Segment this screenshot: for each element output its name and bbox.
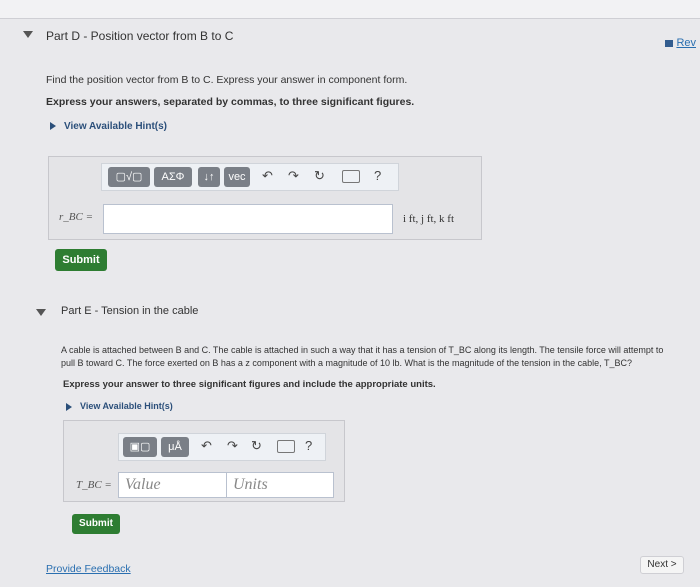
part-e-title: Part E - Tension in the cable bbox=[61, 305, 199, 317]
tension-units-input[interactable]: Units bbox=[226, 472, 334, 498]
math-toolbar: ▢√▢ ΑΣΦ ↓↑ vec ↶ ↷ ↻ ? bbox=[101, 163, 399, 191]
reset-icon-e[interactable]: ↻ bbox=[251, 438, 262, 454]
tbc-label: T_BC = bbox=[76, 479, 112, 491]
redo-icon[interactable]: ↷ bbox=[288, 168, 299, 184]
part-e-question-1: A cable is attached between B and C. The… bbox=[61, 345, 664, 355]
keyboard-icon-e[interactable] bbox=[277, 440, 295, 453]
expand-triangle-icon-e bbox=[66, 402, 72, 411]
collapse-caret-icon-e[interactable] bbox=[36, 309, 46, 316]
tension-value-input[interactable]: Value bbox=[118, 472, 230, 498]
keyboard-icon[interactable] bbox=[342, 170, 360, 183]
part-d-hint-link[interactable]: View Available Hint(s) bbox=[50, 121, 167, 132]
greek-button[interactable]: ΑΣΦ bbox=[154, 167, 192, 187]
part-d-instruction: Express your answers, separated by comma… bbox=[46, 96, 415, 108]
collapse-caret-icon[interactable] bbox=[23, 31, 33, 38]
part-d-submit-button[interactable]: Submit bbox=[55, 249, 107, 271]
templates-button-e[interactable]: ▣▢ bbox=[123, 437, 157, 457]
units-button[interactable]: μÅ bbox=[161, 437, 189, 457]
redo-icon-e[interactable]: ↷ bbox=[227, 438, 238, 454]
subscript-button[interactable]: ↓↑ bbox=[198, 167, 220, 187]
rbc-units: i ft, j ft, k ft bbox=[403, 213, 455, 225]
review-icon bbox=[665, 39, 674, 47]
part-e-submit-button[interactable]: Submit bbox=[72, 514, 120, 534]
part-d-title: Part D - Position vector from B to C bbox=[46, 29, 234, 43]
part-e-question-2: pull B toward C. The force exerted on B … bbox=[61, 358, 632, 368]
help-icon-e[interactable]: ? bbox=[305, 438, 312, 453]
top-header-strip bbox=[0, 0, 700, 19]
part-e-hint-link[interactable]: View Available Hint(s) bbox=[66, 401, 173, 411]
vec-button[interactable]: vec bbox=[224, 167, 250, 187]
undo-icon-e[interactable]: ↶ bbox=[201, 438, 212, 454]
part-divider bbox=[0, 18, 700, 19]
part-e-instruction: Express your answer to three significant… bbox=[63, 379, 436, 390]
reset-icon[interactable]: ↻ bbox=[314, 168, 325, 184]
part-d-question: Find the position vector from B to C. Ex… bbox=[46, 74, 408, 86]
part-d-answer-box: ▢√▢ ΑΣΦ ↓↑ vec ↶ ↷ ↻ ? r_BC = i ft, j ft… bbox=[48, 156, 482, 240]
units-toolbar: ▣▢ μÅ ↶ ↷ ↻ ? bbox=[118, 433, 326, 461]
rbc-label: r_BC = bbox=[59, 211, 94, 223]
undo-icon[interactable]: ↶ bbox=[262, 168, 273, 184]
rbc-input[interactable] bbox=[103, 204, 393, 234]
review-link[interactable]: Rev bbox=[665, 37, 696, 49]
expand-triangle-icon bbox=[50, 122, 56, 131]
next-button[interactable]: Next > bbox=[640, 556, 684, 574]
templates-button[interactable]: ▢√▢ bbox=[108, 167, 150, 187]
part-e-answer-box: ▣▢ μÅ ↶ ↷ ↻ ? T_BC = Value Units bbox=[63, 420, 345, 502]
provide-feedback-link[interactable]: Provide Feedback bbox=[46, 563, 131, 575]
help-icon[interactable]: ? bbox=[374, 168, 381, 183]
